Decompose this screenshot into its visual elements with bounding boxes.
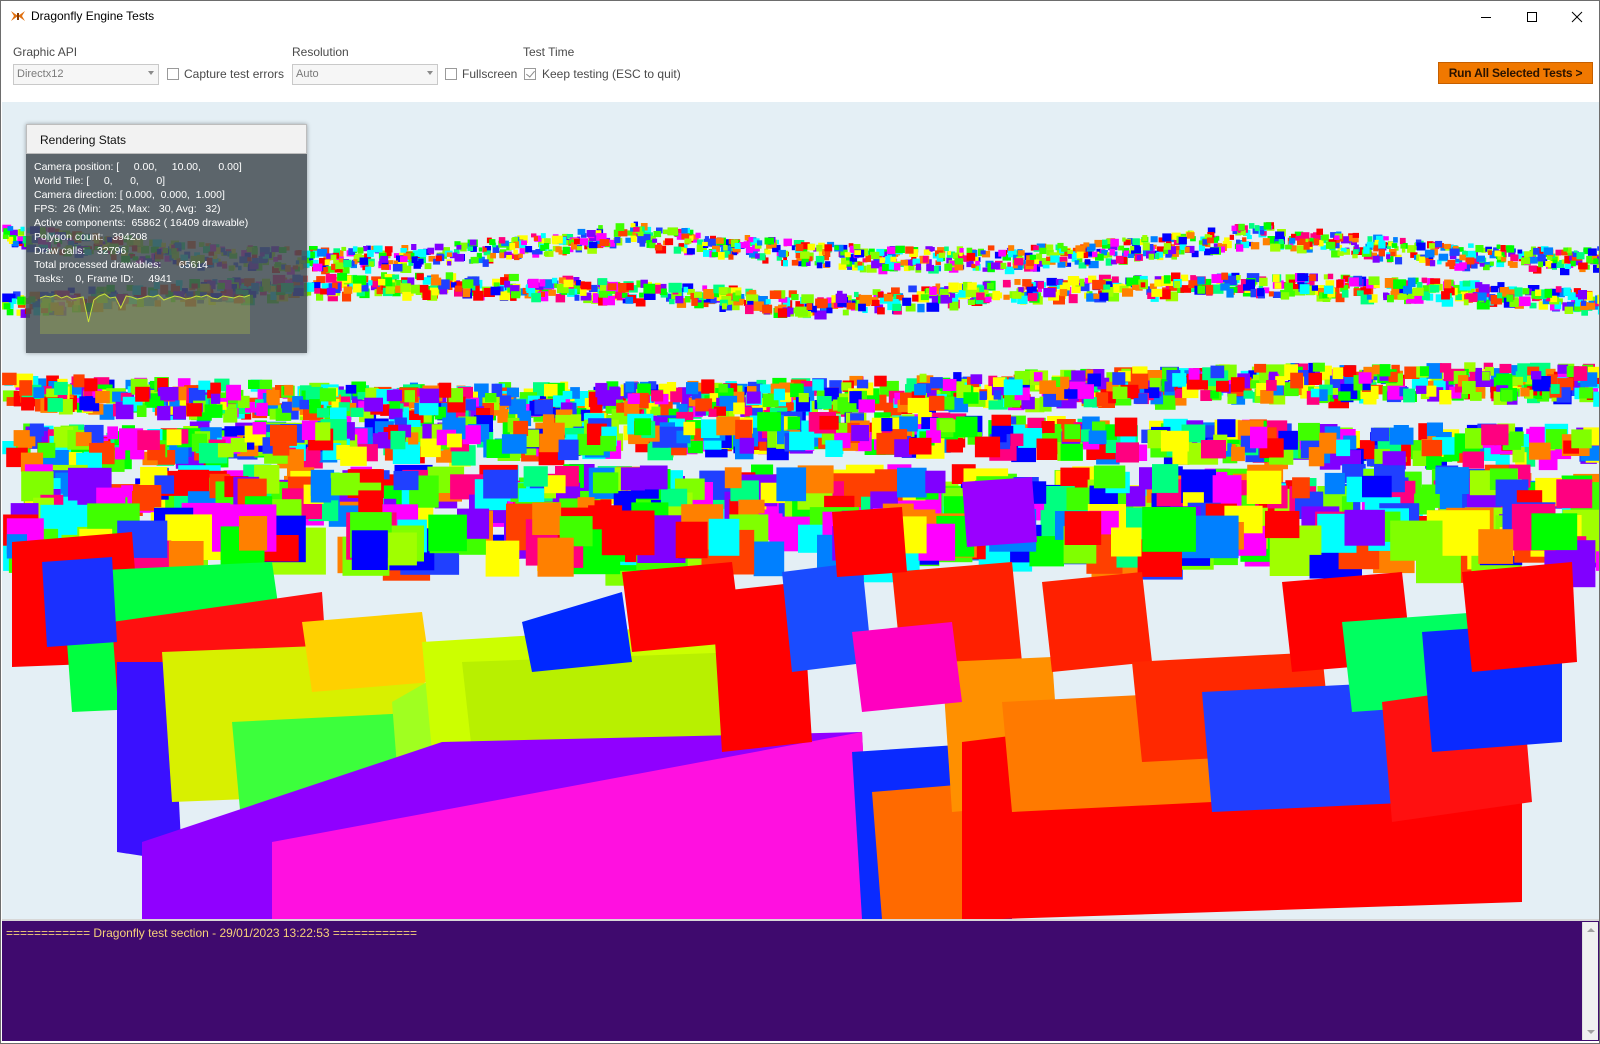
scroll-up-icon[interactable] [1587, 928, 1595, 932]
close-icon [1571, 11, 1583, 22]
console-scrollbar[interactable] [1582, 922, 1598, 1040]
app-window: Dragonfly Engine Tests Graphic API Direc… [0, 0, 1600, 1044]
resolution-value: Auto [296, 68, 319, 80]
chevron-down-icon [427, 71, 433, 75]
resolution-select[interactable]: Auto [292, 64, 438, 85]
graphic-api-select[interactable]: Directx12 [13, 64, 159, 85]
toolbar: Graphic API Directx12 Capture test error… [1, 32, 1599, 102]
fullscreen-checkbox[interactable] [445, 68, 457, 80]
minimize-icon [1481, 16, 1491, 18]
console-line: ============ Dragonfly test section - 29… [6, 926, 418, 940]
stats-line: Polygon count: 394208 [34, 231, 148, 243]
test-time-label: Test Time [523, 45, 575, 59]
stats-line: Camera position: [ 0.00, 10.00, 0.00] [34, 161, 242, 173]
fps-graph [40, 293, 250, 334]
stats-line: World Tile: [ 0, 0, 0] [34, 175, 166, 187]
keep-testing-label: Keep testing (ESC to quit) [542, 67, 681, 81]
capture-errors-checkbox[interactable] [167, 68, 179, 80]
rendering-stats-panel[interactable]: Rendering Stats Camera position: [ 0.00,… [26, 124, 307, 353]
stats-line: Draw calls: 32796 [34, 245, 127, 257]
run-all-tests-button[interactable]: Run All Selected Tests > [1438, 62, 1593, 84]
chevron-down-icon [148, 71, 154, 75]
graphic-api-value: Directx12 [17, 68, 64, 80]
stats-line: FPS: 26 (Min: 25, Max: 30, Avg: 32) [34, 203, 221, 215]
graphic-api-label: Graphic API [13, 45, 78, 59]
window-title: Dragonfly Engine Tests [31, 9, 155, 23]
title-bar[interactable]: Dragonfly Engine Tests [1, 1, 1599, 32]
maximize-icon [1527, 11, 1537, 22]
rendering-stats-lines: Camera position: [ 0.00, 10.00, 0.00] Wor… [34, 160, 248, 286]
resolution-label: Resolution [292, 45, 349, 59]
keep-testing-checkbox[interactable] [524, 68, 536, 80]
rendering-stats-title[interactable]: Rendering Stats [26, 124, 307, 154]
log-console[interactable]: ============ Dragonfly test section - 29… [2, 919, 1599, 1041]
scroll-down-icon[interactable] [1587, 1030, 1595, 1034]
maximize-button[interactable] [1509, 1, 1555, 32]
dragonfly-icon [11, 11, 25, 21]
close-button[interactable] [1554, 1, 1599, 32]
fullscreen-label: Fullscreen [462, 67, 518, 81]
stats-line: Active components: 65862 ( 16409 drawabl… [34, 217, 249, 229]
stats-line: Total processed drawables: 65614 [34, 259, 208, 271]
minimize-button[interactable] [1463, 1, 1509, 32]
render-viewport[interactable]: Rendering Stats Camera position: [ 0.00,… [2, 102, 1599, 919]
capture-errors-label: Capture test errors [184, 67, 285, 81]
stats-line: Camera direction: [ 0.000, 0.000, 1.000] [34, 189, 225, 201]
